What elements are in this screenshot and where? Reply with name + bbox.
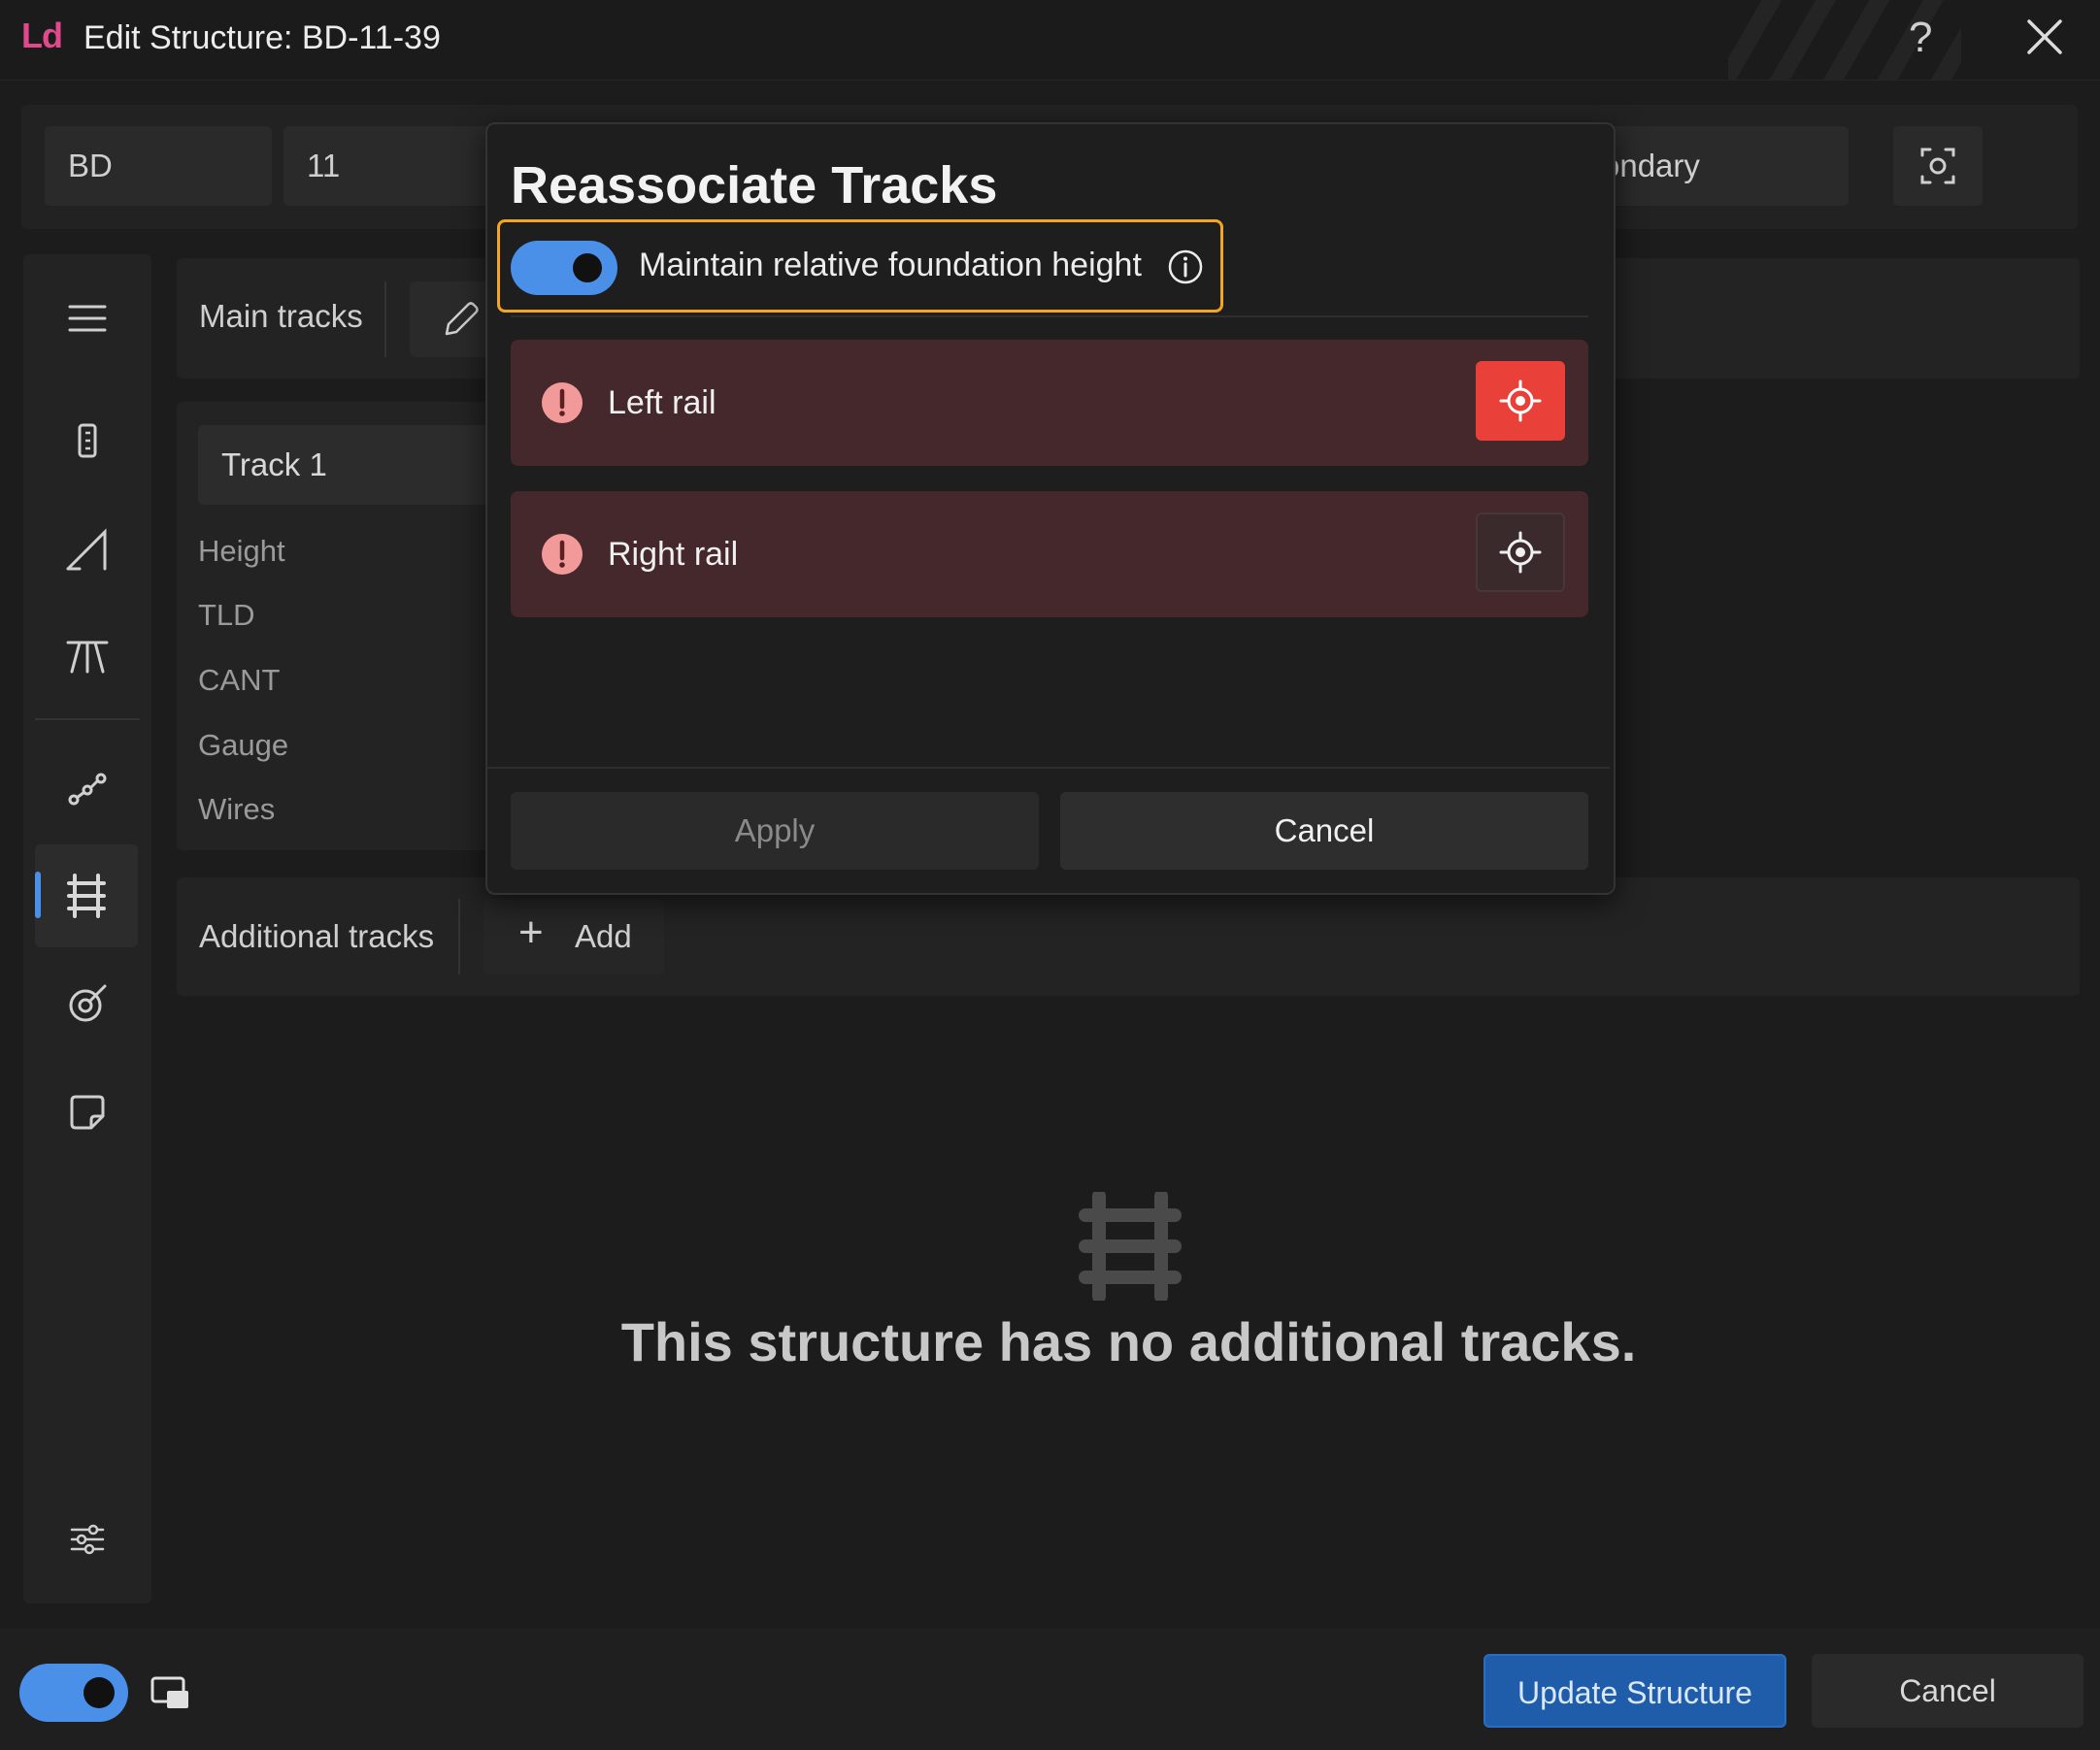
note-icon[interactable] — [49, 1073, 126, 1151]
update-structure-button[interactable]: Update Structure — [1483, 1654, 1786, 1728]
crosshair-icon — [1499, 531, 1542, 574]
property-label: Height — [198, 534, 285, 568]
property-label: TLD — [198, 598, 255, 632]
dialog-cancel-button[interactable]: Cancel — [1060, 792, 1588, 870]
tracks-nav-item[interactable] — [35, 844, 138, 947]
rail-label: Right rail — [608, 536, 739, 573]
rail-label: Left rail — [608, 384, 717, 421]
close-icon[interactable] — [2023, 16, 2066, 58]
sidebar-divider — [35, 718, 140, 720]
tracks-empty-icon — [1079, 1192, 1182, 1301]
footer-toggle[interactable] — [19, 1664, 128, 1722]
dialog-divider — [511, 315, 1588, 317]
toggle-label: Maintain relative foundation height — [639, 247, 1142, 283]
tab-track-1[interactable]: Track 1 — [198, 425, 509, 505]
window-title: Edit Structure: BD-11-39 — [83, 19, 441, 56]
tag-icon[interactable] — [49, 965, 126, 1042]
additional-tracks-bar — [177, 877, 2080, 996]
screenshot-button[interactable] — [1893, 126, 1983, 206]
alert-icon — [542, 534, 583, 575]
ruler-icon[interactable] — [49, 402, 126, 479]
left-rail-row: Left rail — [511, 340, 1588, 466]
help-button[interactable]: ? — [1909, 14, 1932, 62]
info-icon[interactable] — [1167, 248, 1204, 285]
empty-state-message: This structure has no additional tracks. — [620, 1311, 1637, 1372]
route-icon[interactable] — [49, 749, 126, 827]
slope-icon[interactable] — [49, 511, 126, 588]
sliders-icon[interactable] — [49, 1501, 126, 1578]
property-label: Gauge — [198, 728, 289, 762]
apply-button[interactable]: Apply — [511, 792, 1039, 870]
app-logo: Ld — [21, 16, 63, 55]
add-track-label: Add — [575, 918, 632, 954]
tracks-icon — [67, 874, 106, 918]
cancel-button[interactable]: Cancel — [1812, 1654, 2083, 1728]
pick-right-rail-button[interactable] — [1476, 512, 1565, 592]
active-indicator — [35, 872, 41, 918]
pick-left-rail-button[interactable] — [1476, 361, 1565, 441]
number-field[interactable]: 11 — [283, 126, 517, 206]
edit-structure-window: Ld Edit Structure: BD-11-39 ? BD 11 onda… — [0, 0, 2100, 1750]
right-rail-row: Right rail — [511, 491, 1588, 617]
toggle-knob — [83, 1677, 115, 1708]
additional-tracks-label: Additional tracks — [199, 918, 435, 954]
maintain-height-toggle[interactable] — [511, 241, 617, 295]
divider — [458, 899, 460, 974]
menu-icon[interactable] — [49, 280, 126, 357]
main-tracks-label: Main tracks — [199, 298, 363, 334]
property-label: Wires — [198, 792, 276, 826]
alert-icon — [542, 382, 583, 423]
focus-camera-icon — [1920, 148, 1955, 184]
dialog-title: Reassociate Tracks — [511, 156, 998, 215]
add-track-button[interactable] — [483, 899, 664, 974]
title-bar: Ld Edit Structure: BD-11-39 ? — [0, 0, 2100, 81]
toggle-knob — [573, 253, 602, 282]
plus-icon: + — [518, 908, 544, 956]
prefix-field[interactable]: BD — [45, 126, 272, 206]
property-label: CANT — [198, 663, 281, 697]
divider — [384, 281, 386, 357]
dialog-footer-divider — [487, 767, 1610, 769]
crosshair-icon — [1499, 380, 1542, 422]
window-layout-icon[interactable] — [150, 1675, 190, 1710]
structure-icon[interactable] — [49, 617, 126, 695]
